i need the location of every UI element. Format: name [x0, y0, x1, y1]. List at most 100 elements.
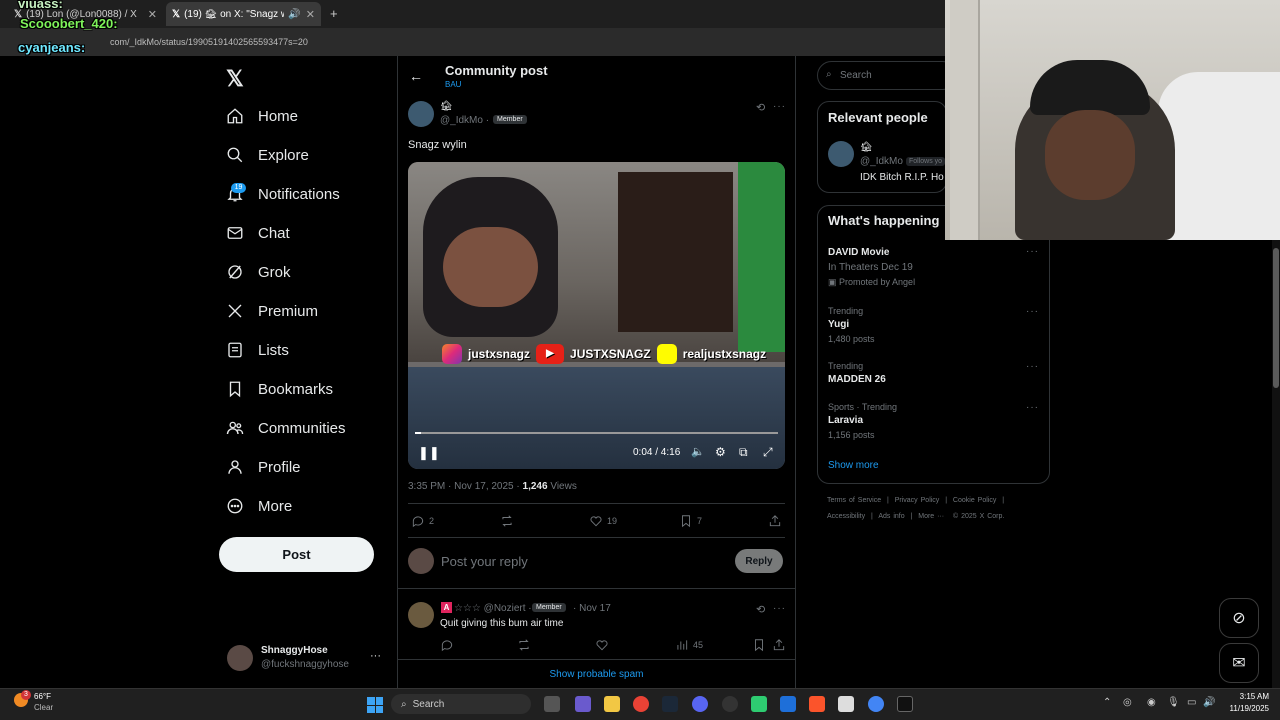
audio-icon[interactable]: 🔊 [288, 9, 300, 20]
nav-grok[interactable]: Grok [226, 257, 291, 287]
grok-icon[interactable]: ⟲ [756, 101, 765, 114]
footer-link[interactable]: Cookie Policy [953, 497, 996, 504]
search-input[interactable]: Search [817, 61, 957, 90]
footer-link[interactable]: Accessibility [827, 513, 865, 520]
windows-start-icon[interactable] [367, 697, 383, 713]
reply-input[interactable]: Post your reply [441, 554, 528, 569]
close-icon[interactable]: ✕ [306, 8, 315, 21]
grok-icon[interactable]: ⟲ [756, 603, 765, 616]
author-name-emoji[interactable]: 🏚 [860, 142, 873, 153]
account-menu-icon[interactable]: ··· [370, 650, 381, 662]
reply-button[interactable]: Reply [735, 549, 783, 573]
repost-action[interactable] [500, 514, 514, 528]
avatar[interactable] [408, 101, 434, 127]
show-more-link[interactable]: Show more [828, 460, 879, 471]
footer-link[interactable]: More ··· [918, 513, 944, 520]
nav-chat[interactable]: Chat [226, 218, 290, 248]
footer-link[interactable]: Ads info [878, 513, 904, 520]
taskbar-search[interactable]: ⌕ Search [391, 694, 531, 714]
volume-icon[interactable]: 🔈 [691, 445, 705, 458]
author-handle[interactable]: @_IdkMo [860, 156, 903, 167]
messages-fab-icon[interactable]: ✉ [1219, 643, 1259, 683]
footer-link[interactable]: Terms of Service [827, 497, 881, 504]
trend-title[interactable]: MADDEN 26 [828, 374, 886, 385]
trend-title[interactable]: DAVID Movie [828, 247, 890, 258]
avatar[interactable] [408, 602, 434, 628]
nav-home[interactable]: Home [226, 101, 298, 131]
nav-bookmarks[interactable]: Bookmarks [226, 374, 333, 404]
video-player[interactable]: justxsnagz ▶ JUSTXSNAGZ realjustxsnagz ❚… [408, 162, 785, 469]
avatar[interactable] [828, 141, 854, 167]
copilot-icon[interactable] [575, 696, 591, 712]
brave-icon[interactable] [809, 696, 825, 712]
bookmark-icon [682, 515, 690, 528]
url-field[interactable]: com/_IdkMo/status/19905191402565593477s=… [110, 37, 308, 47]
steam-icon[interactable] [662, 696, 678, 712]
nav-premium[interactable]: Premium [226, 296, 318, 326]
terminal-icon[interactable] [897, 696, 913, 712]
reply-action[interactable] [440, 638, 454, 652]
browser-tab-active[interactable]: 𝕏 (19) 🏚 on X: "Snagz wylin 🔊 ✕ [166, 2, 321, 26]
powershell-icon[interactable] [780, 696, 796, 712]
repost-action[interactable] [517, 638, 531, 652]
tray-chevron-icon[interactable]: ⌃ [1103, 697, 1111, 708]
picture-in-picture-icon[interactable]: ⧉ [739, 445, 748, 460]
comment-author[interactable]: ☆☆☆ @Noziert · [454, 603, 532, 614]
trend-more-icon[interactable]: ··· [1026, 361, 1039, 372]
pause-icon[interactable]: ❚❚ [418, 445, 440, 461]
more-options-icon[interactable]: ··· [773, 101, 786, 112]
info-app-icon[interactable] [838, 696, 854, 712]
more-options-icon[interactable]: ··· [773, 603, 786, 614]
trend-title[interactable]: Laravia [828, 415, 863, 426]
tray-app-icon[interactable]: ◎ [1123, 697, 1132, 708]
avatar[interactable] [227, 645, 253, 671]
chrome-active-icon[interactable] [868, 696, 884, 712]
close-icon[interactable]: ✕ [148, 8, 157, 21]
share-action[interactable] [768, 514, 782, 528]
author-handle[interactable]: @_IdkMo · [440, 115, 489, 126]
trend-more-icon[interactable]: ··· [1026, 306, 1039, 317]
nav-explore[interactable]: Explore [226, 140, 309, 170]
obs-icon[interactable] [722, 696, 738, 712]
nav-communities[interactable]: Communities [226, 413, 346, 443]
scrollbar-thumb[interactable] [1273, 248, 1279, 388]
reply-action[interactable]: 2 [411, 514, 434, 528]
file-explorer-icon[interactable] [604, 696, 620, 712]
author-name-emoji[interactable]: 🏚 [440, 101, 453, 112]
scrollbar[interactable] [1272, 240, 1280, 688]
microphone-icon[interactable]: 🎙 [1167, 697, 1180, 708]
bookmark-action[interactable]: 7 [679, 514, 702, 528]
back-arrow-icon[interactable]: ← [409, 68, 423, 84]
x-logo-icon[interactable]: 𝕏 [226, 66, 244, 92]
views-count: 1,246 [522, 481, 548, 492]
clock-date[interactable]: 11/19/2025 [1219, 704, 1269, 713]
volume-icon[interactable]: 🔊 [1203, 697, 1215, 708]
nav-lists[interactable]: Lists [226, 335, 289, 365]
share-action[interactable] [772, 638, 786, 652]
trend-title[interactable]: Yugi [828, 319, 849, 330]
discord-icon[interactable] [692, 696, 708, 712]
community-name[interactable]: BAU [445, 80, 461, 89]
views-action[interactable]: 45 [675, 638, 703, 652]
video-progress-track[interactable] [415, 432, 778, 434]
post-button[interactable]: Post [219, 537, 374, 572]
fullscreen-icon[interactable]: ⤢ [763, 445, 773, 460]
trend-more-icon[interactable]: ··· [1026, 246, 1039, 257]
task-view-icon[interactable] [544, 696, 560, 712]
settings-gear-icon[interactable]: ⚙ [715, 445, 726, 459]
chrome-icon[interactable] [633, 696, 649, 712]
clock-time[interactable]: 3:15 AM [1225, 692, 1269, 701]
bookmark-action[interactable] [752, 638, 766, 652]
new-tab-icon[interactable]: + [330, 6, 338, 21]
show-spam-link[interactable]: Show probable spam [397, 669, 796, 680]
trend-more-icon[interactable]: ··· [1026, 402, 1039, 413]
network-icon[interactable]: ▭ [1187, 697, 1196, 708]
nav-more[interactable]: More [226, 491, 292, 521]
tray-app-icon[interactable]: ◉ [1147, 697, 1156, 708]
nav-profile[interactable]: Profile [226, 452, 301, 482]
footer-link[interactable]: Privacy Policy [895, 497, 940, 504]
like-action[interactable] [595, 638, 609, 652]
grok-fab-icon[interactable]: ⊘ [1219, 598, 1259, 638]
like-action[interactable]: 19 [589, 514, 617, 528]
app-icon[interactable] [751, 696, 767, 712]
